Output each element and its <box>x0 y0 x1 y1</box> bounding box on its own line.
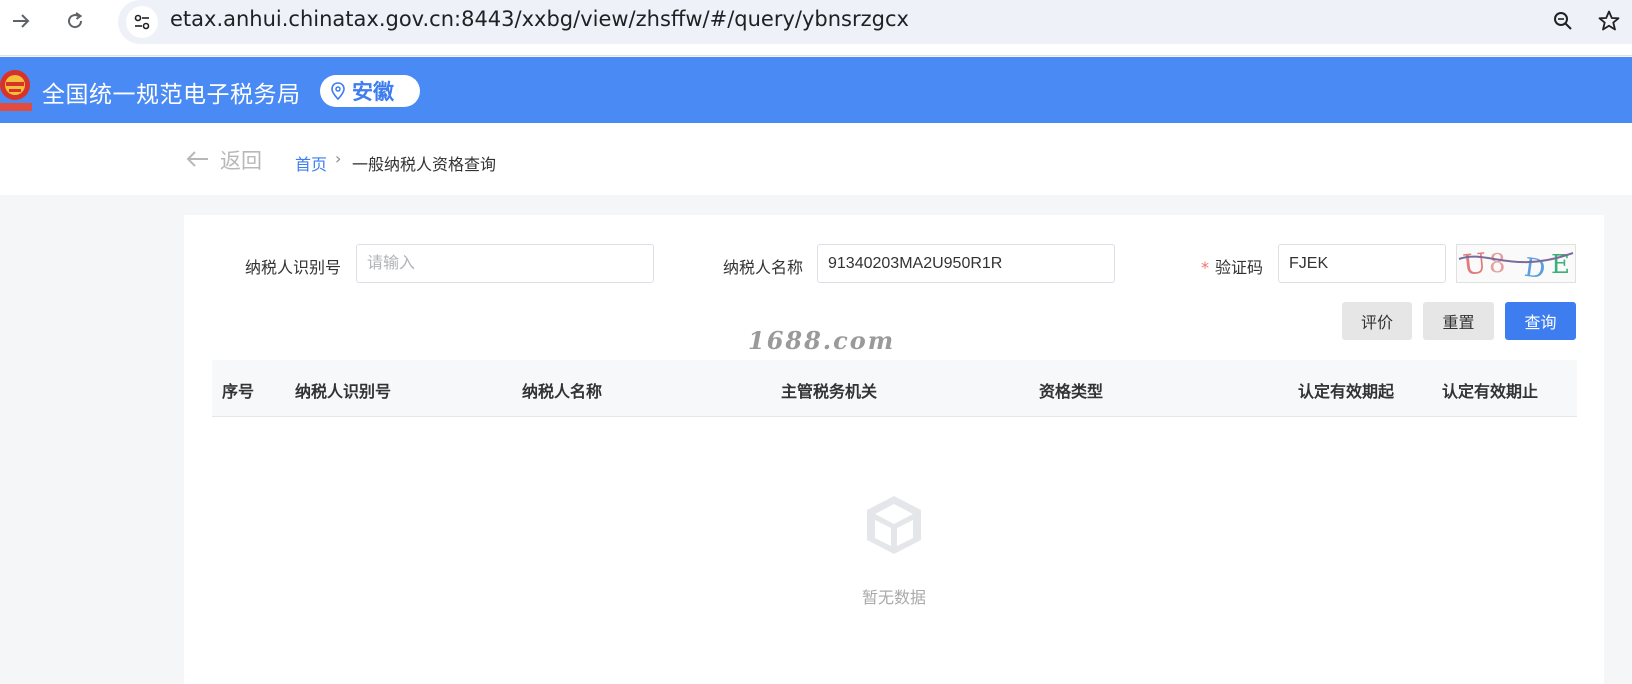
svg-text:8: 8 <box>1489 249 1506 279</box>
region-selector[interactable]: 安徽 <box>320 75 420 107</box>
col-taxpayer-id: 纳税人识别号 <box>295 382 392 401</box>
col-index: 序号 <box>222 382 255 401</box>
col-taxpayer-name: 纳税人名称 <box>522 382 603 401</box>
site-title[interactable]: 全国统一规范电子税务局 <box>42 75 301 109</box>
zoom-icon[interactable] <box>1550 8 1576 34</box>
col-qualification-type: 资格类型 <box>1039 382 1104 401</box>
col-tax-authority: 主管税务机关 <box>781 382 878 401</box>
taxpayer-id-label: 纳税人识别号 <box>245 258 342 277</box>
url-text[interactable]: etax.anhui.chinatax.gov.cn:8443/xxbg/vie… <box>170 7 909 31</box>
empty-box-icon <box>864 494 924 556</box>
back-label: 返回 <box>220 149 262 173</box>
required-mark: * <box>1201 258 1209 277</box>
empty-state-text: 暂无数据 <box>862 588 927 607</box>
browser-toolbar: etax.anhui.chinatax.gov.cn:8443/xxbg/vie… <box>0 0 1632 56</box>
region-name: 安徽 <box>352 80 394 104</box>
breadcrumb-current: 一般纳税人资格查询 <box>352 155 497 174</box>
breadcrumb-bar: 返回 首页 › 一般纳税人资格查询 <box>0 123 1632 195</box>
back-button[interactable]: 返回 <box>186 145 262 175</box>
captcha-image[interactable]: U 8 D E <box>1456 244 1576 285</box>
reload-icon[interactable] <box>62 8 88 34</box>
svg-text:D: D <box>1522 253 1547 282</box>
captcha-label: * 验证码 <box>1201 254 1263 278</box>
col-valid-to: 认定有效期止 <box>1442 382 1539 401</box>
forward-arrow-icon[interactable] <box>8 8 34 34</box>
col-valid-from: 认定有效期起 <box>1298 382 1395 401</box>
query-card <box>184 215 1604 684</box>
table-header: 序号 纳税人识别号 纳税人名称 主管税务机关 资格类型 认定有效期起 认定有效期… <box>212 360 1577 417</box>
svg-text:U: U <box>1461 246 1488 281</box>
back-arrow-icon <box>186 146 210 174</box>
tax-emblem-icon <box>0 65 34 115</box>
rate-button[interactable]: 评价 <box>1342 302 1412 340</box>
taxpayer-name-input[interactable]: 91340203MA2U950R1R <box>817 244 1115 283</box>
watermark-text: 1688.com <box>748 326 896 355</box>
query-button[interactable]: 查询 <box>1505 302 1576 340</box>
location-pin-icon <box>330 82 346 101</box>
captcha-input[interactable]: FJEK <box>1278 244 1446 283</box>
breadcrumb-separator: › <box>335 149 342 168</box>
breadcrumb-home-link[interactable]: 首页 <box>295 151 327 175</box>
reset-button[interactable]: 重置 <box>1423 302 1494 340</box>
taxpayer-id-input[interactable]: 请输入 <box>356 244 654 283</box>
captcha-label-text: 验证码 <box>1215 258 1264 277</box>
site-header: 全国统一规范电子税务局 安徽 <box>0 57 1632 123</box>
taxpayer-name-label: 纳税人名称 <box>723 258 804 277</box>
site-settings-icon[interactable] <box>126 6 158 38</box>
bookmark-star-icon[interactable] <box>1596 8 1622 34</box>
